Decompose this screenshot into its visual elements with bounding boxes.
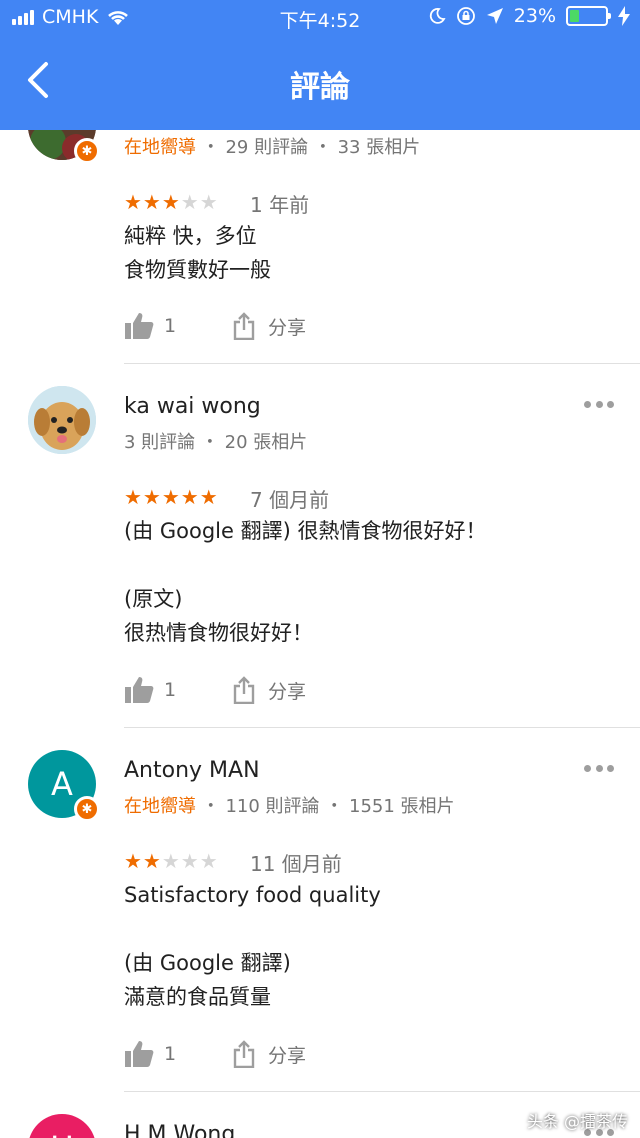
local-guide-badge-icon: ✱: [74, 138, 100, 164]
watermark: 头条 @擂茶传: [526, 1112, 628, 1131]
like-count: 1: [164, 679, 177, 701]
avatar[interactable]: [28, 386, 96, 454]
like-button[interactable]: 1: [124, 676, 176, 704]
photo-count: 33 張相片: [337, 137, 421, 158]
photo-count: 1551 張相片: [349, 796, 455, 817]
rotation-lock-icon: [456, 7, 475, 25]
like-button[interactable]: 1: [124, 312, 176, 340]
share-label: 分享: [268, 680, 307, 703]
star-rating: ★★★★★: [124, 849, 219, 873]
charging-icon: [618, 6, 630, 26]
star-rating: ★★★★★: [124, 190, 219, 214]
thumbs-up-icon: [125, 677, 154, 703]
avatar-letter: H: [28, 1114, 96, 1138]
review-actions: 1 分享: [124, 676, 424, 708]
review-card: A ✱ Antony MAN 在地嚮導 ・ 110 則評論 ・ 1551 張相片…: [0, 728, 640, 1092]
review-text: 純粹 快，多位 食物質數好一般: [124, 224, 271, 282]
battery-percent: 23%: [513, 5, 556, 27]
local-guide-badge-icon: ✱: [74, 796, 100, 822]
avatar[interactable]: A ✱: [28, 750, 100, 822]
share-button[interactable]: 分享: [232, 1040, 306, 1068]
thumbs-up-icon: [125, 313, 154, 339]
reviewer-name[interactable]: ka wai wong: [124, 394, 261, 419]
more-options-button[interactable]: [584, 765, 614, 775]
share-label: 分享: [268, 316, 307, 339]
review-date: 11 個月前: [250, 852, 342, 876]
more-options-button[interactable]: [584, 401, 614, 411]
review-date: 7 個月前: [250, 488, 330, 512]
share-button[interactable]: 分享: [232, 312, 306, 340]
local-guide-label: 在地嚮導: [124, 137, 196, 158]
review-count: 3 則評論: [124, 432, 196, 453]
like-count: 1: [164, 1043, 177, 1065]
review-date: 1 年前: [250, 193, 310, 217]
review-text: (由 Google 翻譯) 很熱情食物很好好！ (原文) 很热情食物很好好！: [124, 519, 487, 645]
local-guide-label: 在地嚮導: [124, 796, 196, 817]
review-count: 110 則評論: [225, 796, 320, 817]
reviewer-meta: 3 則評論 ・ 20 張相片: [124, 432, 308, 453]
navigation-bar: 評論: [0, 36, 640, 130]
like-button[interactable]: 1: [124, 1040, 176, 1068]
like-count: 1: [164, 315, 177, 337]
thumbs-up-icon: [125, 1041, 154, 1067]
star-rating: ★★★★★: [124, 485, 219, 509]
battery-icon: [566, 6, 611, 26]
share-icon: [233, 312, 255, 340]
share-label: 分享: [268, 1044, 307, 1067]
reviewer-meta: 在地嚮導 ・ 29 則評論 ・ 33 張相片: [124, 137, 421, 158]
review-text: Satisfactory food quality (由 Google 翻譯) …: [124, 883, 381, 1009]
share-button[interactable]: 分享: [232, 676, 306, 704]
reviewer-name[interactable]: Antony MAN: [124, 758, 260, 783]
avatar-photo: [28, 386, 96, 454]
avatar[interactable]: H: [28, 1114, 96, 1138]
moon-icon: [429, 8, 446, 24]
page-title: 評論: [290, 70, 350, 105]
review-actions: 1 分享: [124, 1040, 424, 1072]
status-bar: CMHK 下午4:52 23%: [0, 0, 640, 36]
share-icon: [233, 1040, 255, 1068]
reviewer-meta: 在地嚮導 ・ 110 則評論 ・ 1551 張相片: [124, 796, 455, 817]
photo-count: 20 張相片: [224, 432, 308, 453]
status-right: 23%: [428, 5, 630, 27]
app-header: CMHK 下午4:52 23% 評論: [0, 0, 640, 130]
review-count: 29 則評論: [225, 137, 309, 158]
reviewer-name[interactable]: H M Wong: [124, 1122, 235, 1138]
share-icon: [233, 676, 255, 704]
review-actions: 1 分享: [124, 312, 424, 344]
location-icon: [486, 8, 503, 24]
review-card: ka wai wong 3 則評論 ・ 20 張相片 ★★★★★ 7 個月前 (…: [0, 364, 640, 728]
